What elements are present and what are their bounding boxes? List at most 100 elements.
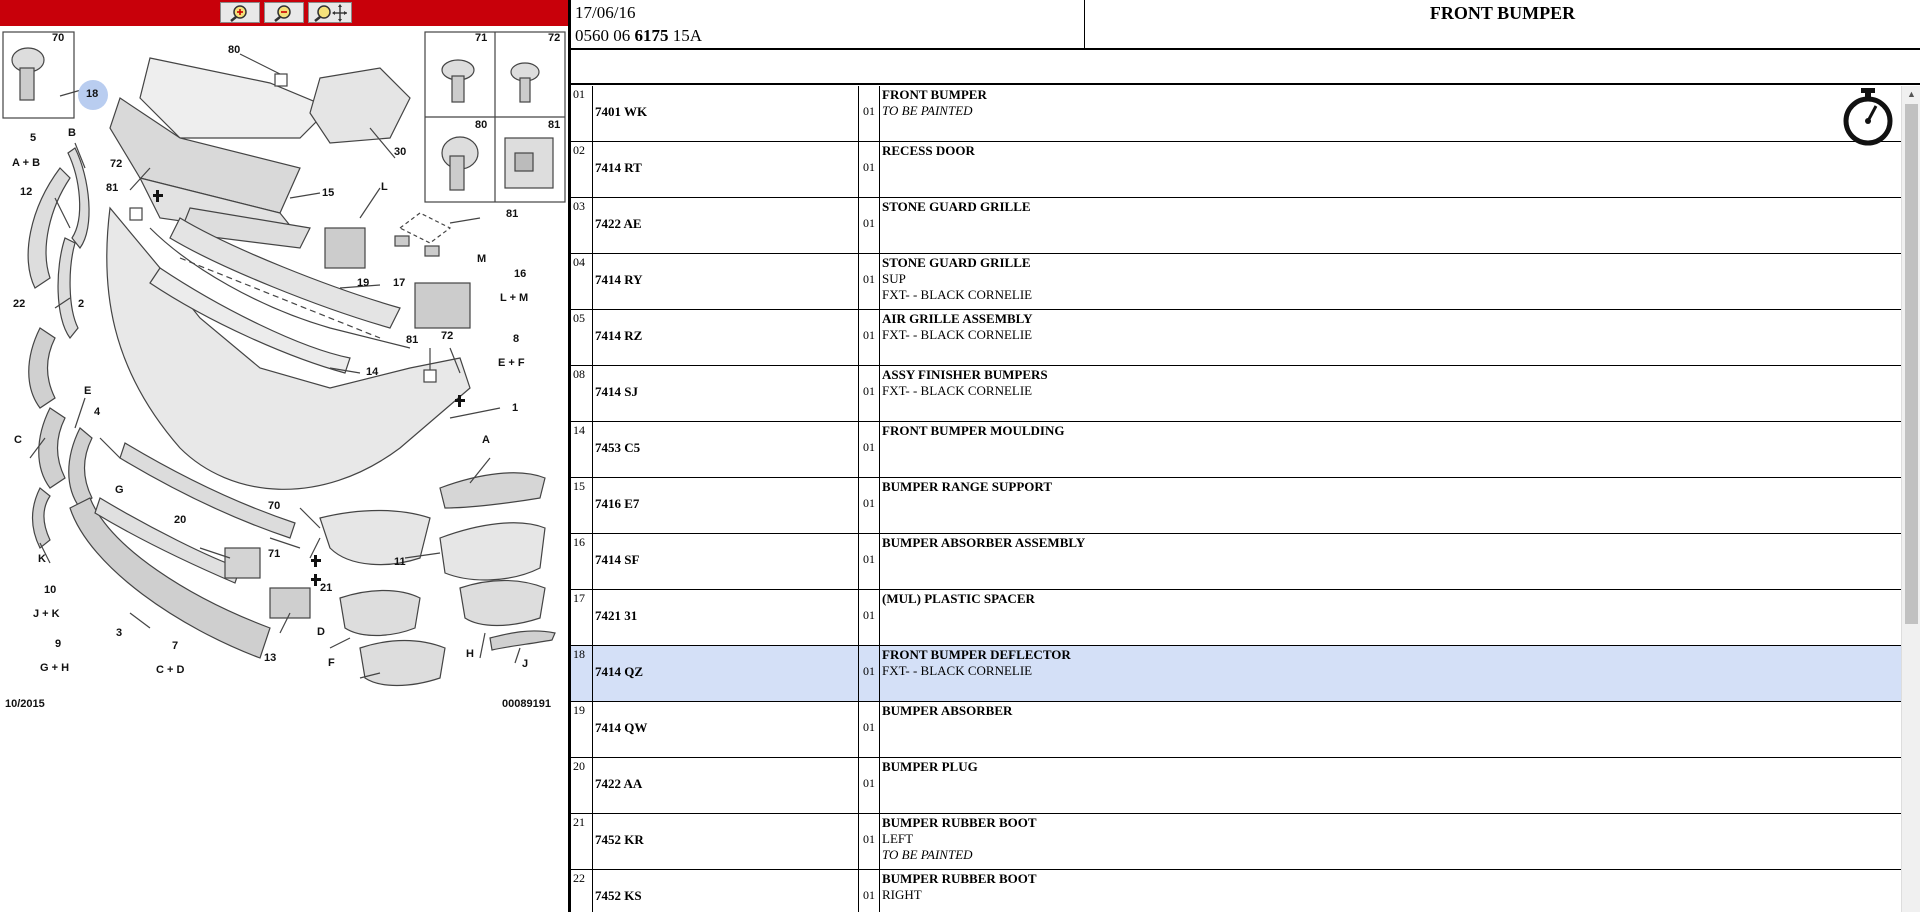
callout-8[interactable]: 8: [513, 333, 519, 345]
part-reference[interactable]: 7414 QW: [595, 720, 647, 736]
callout-72[interactable]: 72: [548, 32, 560, 44]
table-row[interactable]: 03 7422 AE 01 STONE GUARD GRILLE: [571, 198, 1901, 254]
callout-21[interactable]: 21: [320, 582, 332, 594]
diagram-toolbar: [0, 0, 568, 26]
table-row[interactable]: 22 7452 KS 01 BUMPER RUBBER BOOT RIGHT: [571, 870, 1901, 912]
part-reference[interactable]: 7414 RT: [595, 160, 642, 176]
callout-18[interactable]: 18: [86, 88, 98, 100]
part-reference[interactable]: 7453 C5: [595, 440, 640, 456]
row-index: 03: [573, 199, 585, 213]
table-row[interactable]: 21 7452 KR 01 BUMPER RUBBER BOOT LEFT TO BE P…: [571, 814, 1901, 870]
callout-80[interactable]: 80: [228, 44, 240, 56]
part-reference[interactable]: 7452 KR: [595, 832, 644, 848]
col-divider: [858, 758, 859, 813]
part-reference[interactable]: 7414 SF: [595, 552, 639, 568]
row-index: 08: [573, 367, 585, 381]
callout-5[interactable]: 5: [30, 132, 36, 144]
callout-10[interactable]: 10: [44, 584, 56, 596]
callout-j[interactable]: J: [522, 658, 528, 670]
part-quantity: 01: [863, 888, 875, 902]
part-reference[interactable]: 7422 AE: [595, 216, 642, 232]
callout-81-box[interactable]: 81: [548, 119, 560, 131]
callout-13[interactable]: 13: [264, 652, 276, 664]
callout-d[interactable]: D: [317, 626, 325, 638]
stopwatch-icon[interactable]: [1842, 86, 1894, 148]
scroll-up-arrow-icon[interactable]: ▲: [1902, 86, 1920, 102]
callout-11[interactable]: 11: [394, 556, 406, 568]
table-row[interactable]: 14 7453 C5 01 FRONT BUMPER MOULDING: [571, 422, 1901, 478]
callout-b[interactable]: B: [68, 127, 76, 139]
callout-m[interactable]: M: [477, 253, 486, 265]
part-description: BUMPER PLUG: [882, 759, 978, 775]
callout-71-b[interactable]: 71: [268, 548, 280, 560]
callout-2[interactable]: 2: [78, 298, 84, 310]
callout-70-b[interactable]: 70: [268, 500, 280, 512]
table-row[interactable]: 02 7414 RT 01 RECESS DOOR: [571, 142, 1901, 198]
part-reference[interactable]: 7421 31: [595, 608, 637, 624]
callout-19[interactable]: 19: [357, 277, 369, 289]
part-reference[interactable]: 7414 SJ: [595, 384, 638, 400]
col-divider: [592, 142, 593, 197]
callout-22[interactable]: 22: [13, 298, 25, 310]
callout-17[interactable]: 17: [393, 277, 405, 289]
callout-k[interactable]: K: [38, 553, 46, 565]
table-row[interactable]: 15 7416 E7 01 BUMPER RANGE SUPPORT: [571, 478, 1901, 534]
part-description: AIR GRILLE ASSEMBLY FXT- - BLACK CORNELIE: [882, 311, 1033, 343]
part-note: TO BE PAINTED: [882, 847, 973, 862]
part-reference[interactable]: 7422 AA: [595, 776, 642, 792]
callout-f[interactable]: F: [328, 657, 335, 669]
zoom-out-button[interactable]: [264, 2, 304, 23]
part-reference[interactable]: 7416 E7: [595, 496, 639, 512]
part-reference[interactable]: 7452 KS: [595, 888, 642, 904]
part-reference[interactable]: 7401 WK: [595, 104, 647, 120]
callout-81-c[interactable]: 81: [406, 334, 418, 346]
callout-e[interactable]: E: [84, 385, 91, 397]
scrollbar-thumb[interactable]: [1905, 104, 1918, 624]
callout-4[interactable]: 4: [94, 406, 100, 418]
callout-71[interactable]: 71: [475, 32, 487, 44]
table-row[interactable]: 05 7414 RZ 01 AIR GRILLE ASSEMBLY FXT- - BLA…: [571, 310, 1901, 366]
zoom-pan-button[interactable]: [308, 2, 352, 23]
callout-15[interactable]: 15: [322, 187, 334, 199]
callout-30[interactable]: 30: [394, 146, 406, 158]
zoom-in-button[interactable]: [220, 2, 260, 23]
row-index: 01: [573, 87, 585, 101]
callout-72-c[interactable]: 72: [441, 330, 453, 342]
table-row[interactable]: 08 7414 SJ 01 ASSY FINISHER BUMPERS FXT- - B…: [571, 366, 1901, 422]
callout-l[interactable]: L: [381, 181, 388, 193]
diagram-panel: 70 80 30 71 72 80 81 18 5 A + B B 72 81 …: [0, 0, 568, 912]
callout-16[interactable]: 16: [514, 268, 526, 280]
callout-70[interactable]: 70: [52, 32, 64, 44]
exploded-parts-diagram[interactable]: [0, 28, 568, 718]
table-row[interactable]: 20 7422 AA 01 BUMPER PLUG: [571, 758, 1901, 814]
vertical-scrollbar[interactable]: ▲: [1901, 86, 1920, 912]
table-row[interactable]: 01 7401 WK 01 FRONT BUMPER TO BE PAINTED: [571, 86, 1901, 142]
callout-a[interactable]: A: [482, 434, 490, 446]
row-index: 02: [573, 143, 585, 157]
part-reference[interactable]: 7414 RZ: [595, 328, 642, 344]
table-row[interactable]: 04 7414 RY 01 STONE GUARD GRILLE SUP FXT- - B…: [571, 254, 1901, 310]
table-row[interactable]: 17 7421 31 01 (MUL) PLASTIC SPACER: [571, 590, 1901, 646]
callout-1[interactable]: 1: [512, 402, 518, 414]
callout-80-box[interactable]: 80: [475, 119, 487, 131]
callout-81-a[interactable]: 81: [106, 182, 118, 194]
callout-12[interactable]: 12: [20, 186, 32, 198]
part-reference[interactable]: 7414 RY: [595, 272, 643, 288]
callout-e-plus-f: E + F: [498, 357, 525, 369]
callout-h[interactable]: H: [466, 648, 474, 660]
callout-7[interactable]: 7: [172, 640, 178, 652]
sub-header-bar: [571, 50, 1920, 85]
callout-g[interactable]: G: [115, 484, 124, 496]
callout-81-b[interactable]: 81: [506, 208, 518, 220]
part-reference[interactable]: 7414 QZ: [595, 664, 643, 680]
table-row[interactable]: 18 7414 QZ 01 FRONT BUMPER DEFLECTOR FXT- - …: [571, 646, 1901, 702]
callout-9[interactable]: 9: [55, 638, 61, 650]
callout-c[interactable]: C: [14, 434, 22, 446]
callout-72-a[interactable]: 72: [110, 158, 122, 170]
col-divider: [592, 534, 593, 589]
callout-3[interactable]: 3: [116, 627, 122, 639]
table-row[interactable]: 19 7414 QW 01 BUMPER ABSORBER: [571, 702, 1901, 758]
callout-20[interactable]: 20: [174, 514, 186, 526]
table-row[interactable]: 16 7414 SF 01 BUMPER ABSORBER ASSEMBLY: [571, 534, 1901, 590]
callout-14[interactable]: 14: [366, 366, 378, 378]
